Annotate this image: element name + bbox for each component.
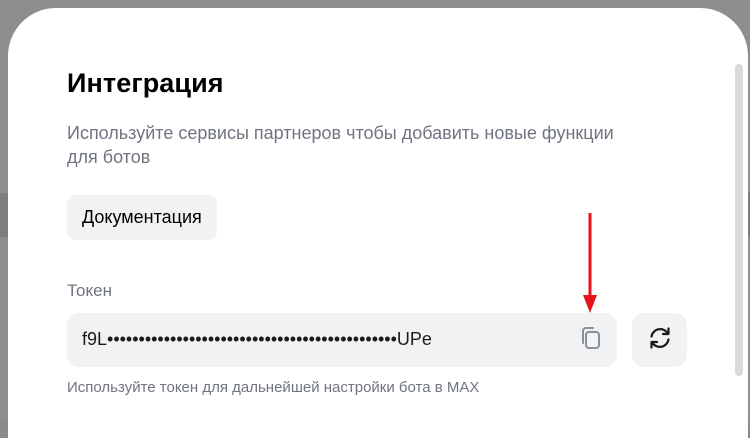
scrollbar-thumb[interactable] [735, 64, 743, 376]
documentation-button[interactable]: Документация [67, 195, 217, 240]
copy-icon [578, 325, 604, 356]
modal-subtitle: Используйте сервисы партнеров чтобы доба… [67, 123, 614, 167]
token-value: f9L•••••••••••••••••••••••••••••••••••••… [82, 329, 432, 349]
scrollbar[interactable] [734, 58, 744, 438]
token-field[interactable]: f9L•••••••••••••••••••••••••••••••••••••… [67, 313, 617, 367]
token-hint: Используйте токен для дальнейшей настрой… [67, 379, 480, 396]
token-label: Токен [67, 281, 112, 300]
copy-token-button[interactable] [577, 326, 605, 354]
modal-title: Интеграция [67, 68, 224, 98]
refresh-icon [646, 324, 674, 357]
integration-modal: Интеграция Используйте сервисы партнеров… [8, 8, 748, 438]
refresh-token-button[interactable] [632, 313, 687, 367]
red-arrow-annotation [583, 213, 597, 313]
